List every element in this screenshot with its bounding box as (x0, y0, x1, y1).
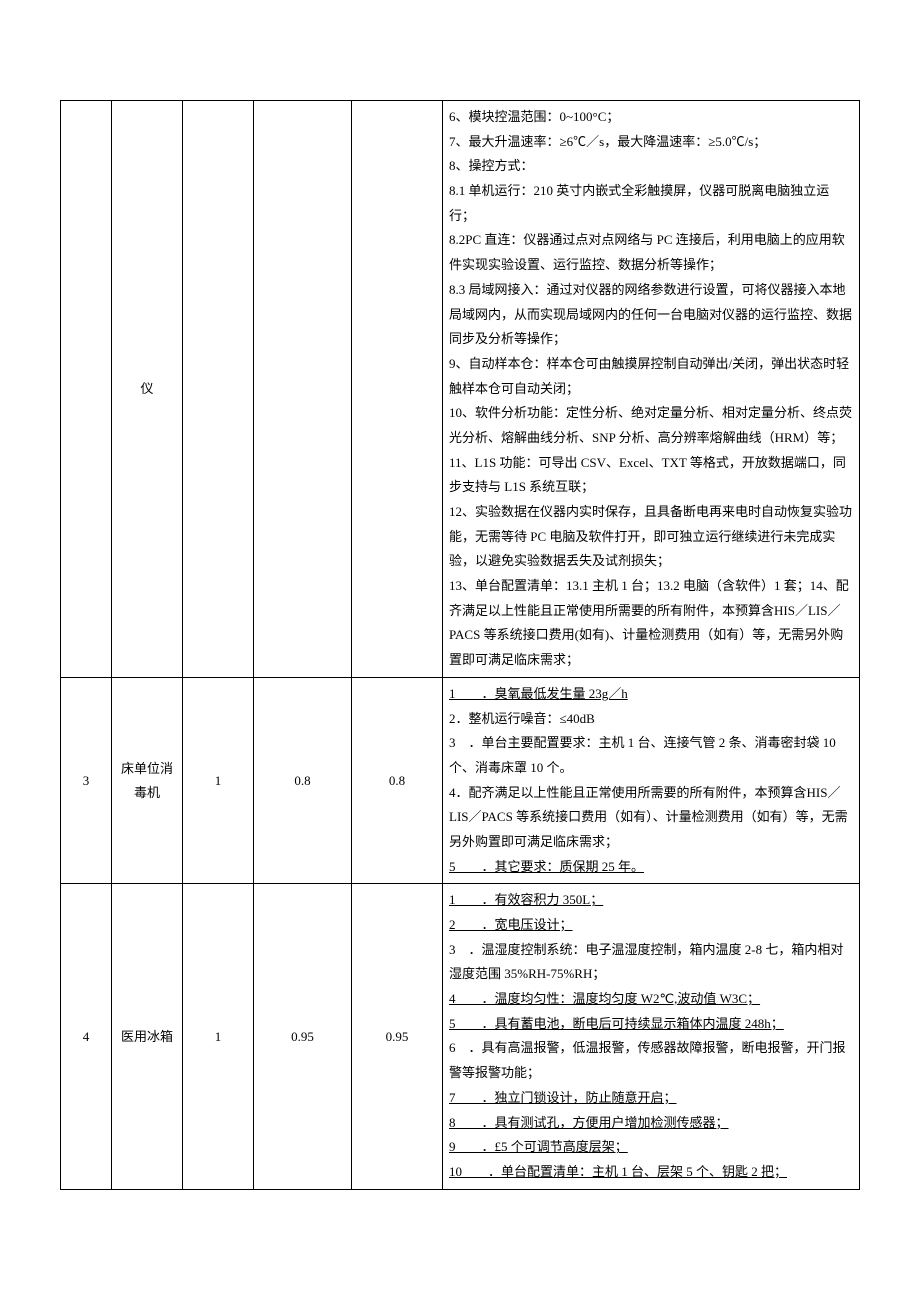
spec-item: 8 ．具有测试孔，方便用户增加检测传感器； (449, 1111, 853, 1136)
spec-item: 2 ．宽电压设计； (449, 913, 853, 938)
spec-item: 13、单台配置清单：13.1 主机 1 台；13.2 电脑（含软件）1 套；14… (449, 574, 853, 673)
spec-item: 2．整机运行噪音：≤40dB (449, 707, 853, 732)
cell-spec: 6、模块控温范围：0~100°C； 7、最大升温速率：≥6℃／s，最大降温速率：… (443, 101, 860, 678)
spec-item: 8.1 单机运行：210 英寸内嵌式全彩触摸屏，仪器可脱离电脑独立运行； (449, 179, 853, 228)
cell-spec: 1 ．有效容积力 350L； 2 ．宽电压设计； 3 ．温湿度控制系统：电子温湿… (443, 884, 860, 1189)
spec-item: 5 ．其它要求：质保期 25 年。 (449, 855, 853, 880)
cell-qty: 1 (183, 884, 254, 1189)
spec-item: 1 ．有效容积力 350L； (449, 888, 853, 913)
spec-item: 4．配齐满足以上性能且正常使用所需要的所有附件，本预算含HIS／LIS／PACS… (449, 781, 853, 855)
cell-total: 0.95 (352, 884, 443, 1189)
spec-item: 8.2PC 直连：仪器通过点对点网络与 PC 连接后，利用电脑上的应用软件实现实… (449, 228, 853, 277)
table-row: 4 医用冰箱 1 0.95 0.95 1 ．有效容积力 350L； 2 ．宽电压… (61, 884, 860, 1189)
cell-name: 仪 (112, 101, 183, 678)
spec-item: 10 ．单台配置清单：主机 1 台、层架 5 个、钥匙 2 把； (449, 1160, 853, 1185)
cell-total: 0.8 (352, 677, 443, 884)
spec-item: 7 ．独立门锁设计，防止随意开启； (449, 1086, 853, 1111)
spec-item: 5 ．具有蓄电池，断电后可持续显示箱体内温度 248h； (449, 1012, 853, 1037)
cell-id (61, 101, 112, 678)
cell-qty (183, 101, 254, 678)
spec-item: 1 ．臭氧最低发生量 23g／h (449, 682, 853, 707)
spec-item: 9 ．£5 个可调节高度层架； (449, 1135, 853, 1160)
spec-item: 7、最大升温速率：≥6℃／s，最大降温速率：≥5.0℃/s； (449, 130, 853, 155)
spec-item: 12、实验数据在仪器内实时保存，且具备断电再来电时自动恢复实验功能，无需等待 P… (449, 500, 853, 574)
table-row: 3 床单位消毒机 1 0.8 0.8 1 ．臭氧最低发生量 23g／h 2．整机… (61, 677, 860, 884)
spec-item: 6 ．具有高温报警，低温报警，传感器故障报警，断电报警，开门报警等报警功能； (449, 1036, 853, 1085)
spec-item: 11、L1S 功能：可导出 CSV、Excel、TXT 等格式，开放数据端口，同… (449, 451, 853, 500)
spec-item: 3 ．单台主要配置要求：主机 1 台、连接气管 2 条、消毒密封袋 10个、消毒… (449, 731, 853, 780)
cell-price: 0.8 (254, 677, 352, 884)
cell-total (352, 101, 443, 678)
cell-spec: 1 ．臭氧最低发生量 23g／h 2．整机运行噪音：≤40dB 3 ．单台主要配… (443, 677, 860, 884)
spec-item: 9、自动样本仓：样本仓可由触摸屏控制自动弹出/关闭，弹出状态时轻触样本仓可自动关… (449, 352, 853, 401)
cell-name: 床单位消毒机 (112, 677, 183, 884)
spec-item: 4 ．温度均匀性：温度均匀度 W2℃,波动值 W3C； (449, 987, 853, 1012)
spec-item: 8、操控方式： (449, 154, 853, 179)
cell-qty: 1 (183, 677, 254, 884)
spec-item: 3 ．温湿度控制系统：电子温湿度控制，箱内温度 2-8 七，箱内相对湿度范围 3… (449, 938, 853, 987)
cell-price: 0.95 (254, 884, 352, 1189)
cell-price (254, 101, 352, 678)
spec-item: 6、模块控温范围：0~100°C； (449, 105, 853, 130)
spec-table: 仪 6、模块控温范围：0~100°C； 7、最大升温速率：≥6℃／s，最大降温速… (60, 100, 860, 1190)
spec-item: 10、软件分析功能：定性分析、绝对定量分析、相对定量分析、终点荧光分析、熔解曲线… (449, 401, 853, 450)
cell-id: 3 (61, 677, 112, 884)
cell-id: 4 (61, 884, 112, 1189)
cell-name: 医用冰箱 (112, 884, 183, 1189)
spec-item: 8.3 局域网接入：通过对仪器的网络参数进行设置，可将仪器接入本地局域网内，从而… (449, 278, 853, 352)
table-row: 仪 6、模块控温范围：0~100°C； 7、最大升温速率：≥6℃／s，最大降温速… (61, 101, 860, 678)
